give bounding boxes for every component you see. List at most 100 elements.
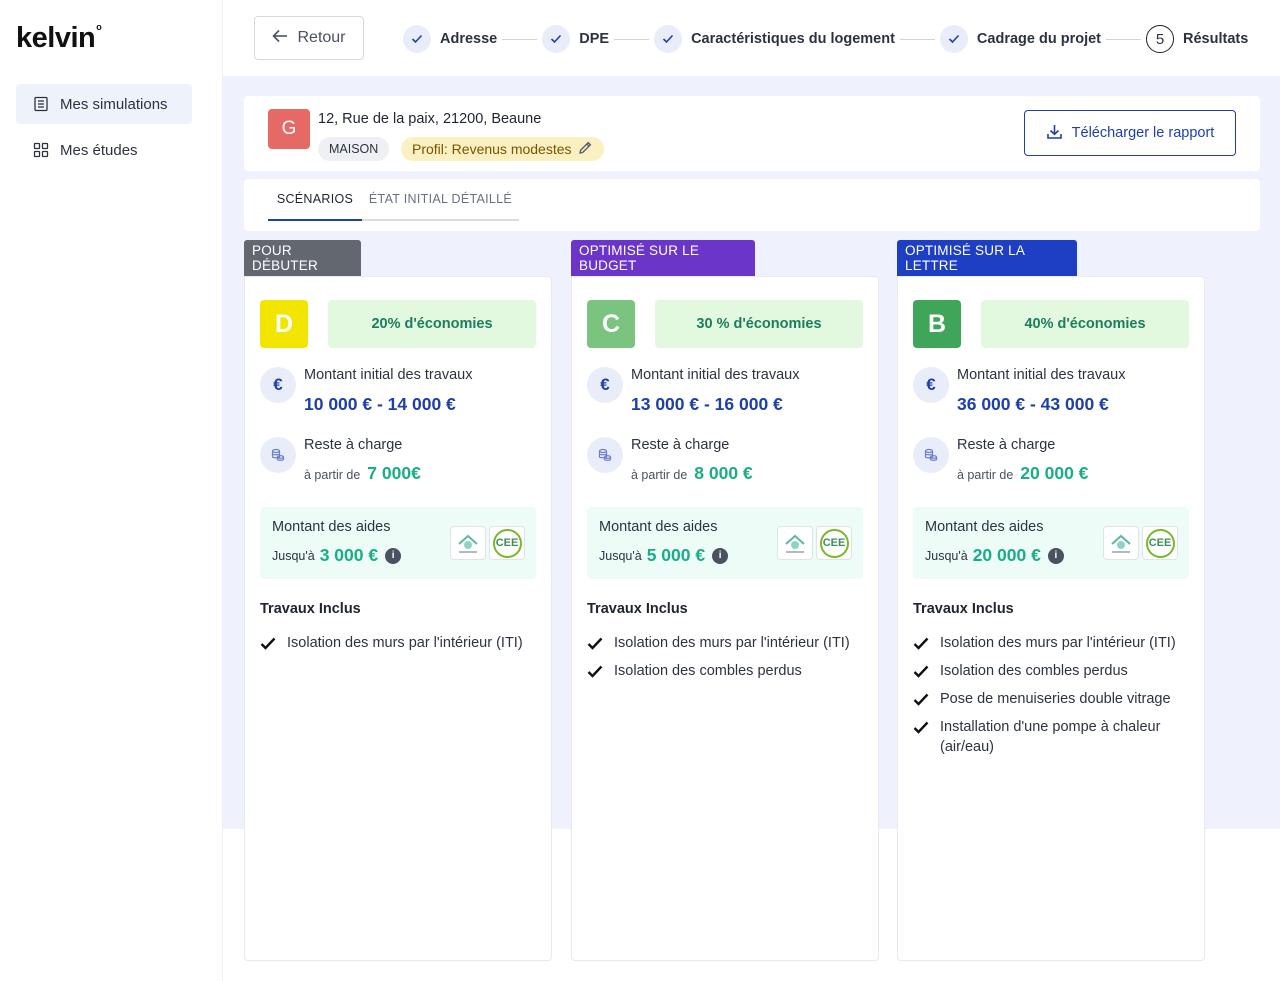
travaux-item-label: Installation d'une pompe à chaleur (air/… xyxy=(940,719,1161,755)
aides-amount: 5 000 € xyxy=(646,545,706,565)
initial-cost-amount: 10 000 € - 14 000 € xyxy=(304,394,456,414)
initial-cost-label: Montant initial des travaux xyxy=(631,367,800,383)
reste-a-charge-amount: 20 000 € xyxy=(1020,463,1089,483)
pencil-icon[interactable] xyxy=(577,140,593,159)
tabs-bar: SCÉNARIOS ÉTAT INITIAL DÉTAILLÉ xyxy=(244,179,1260,231)
profile-chip[interactable]: Profil: Revenus modestes xyxy=(401,137,604,161)
checkmark-icon xyxy=(913,636,929,656)
cee-logo-text: CEE xyxy=(492,528,522,558)
checkmark-icon xyxy=(587,664,603,684)
aides-row: Jusqu'à 20 000 € i xyxy=(925,545,1064,566)
checkmark-icon xyxy=(913,720,929,757)
list-item: Isolation des murs par l'intérieur (ITI) xyxy=(913,633,1198,656)
aides-amount: 3 000 € xyxy=(319,545,379,565)
step-label: Caractéristiques du logement xyxy=(691,31,895,47)
step-resultats[interactable]: 5 Résultats xyxy=(1146,25,1248,53)
step-number: 5 xyxy=(1146,25,1174,53)
check-icon xyxy=(403,25,431,53)
savings-badge: 40% d'économies xyxy=(981,300,1189,348)
info-icon[interactable]: i xyxy=(1047,547,1064,564)
initial-cost-amount: 36 000 € - 43 000 € xyxy=(957,394,1109,414)
list-item: Isolation des combles perdus xyxy=(587,661,872,684)
travaux-list: Isolation des murs par l'intérieur (ITI)… xyxy=(587,633,872,689)
reste-a-charge-row: à partir de 8 000 € xyxy=(631,463,753,484)
euro-icon: € xyxy=(913,367,949,403)
scenario-card[interactable]: C 30 % d'économies € Montant initial des… xyxy=(571,276,879,961)
cee-logo-text: CEE xyxy=(1145,528,1175,558)
travaux-title: Travaux Inclus xyxy=(913,601,1014,617)
step-dpe[interactable]: DPE xyxy=(542,25,609,53)
logo-degree-mark: o xyxy=(96,22,102,33)
aides-prefix: Jusqu'à xyxy=(925,548,968,563)
scenario-label-optimise-budget: OPTIMISÉ SUR LE BUDGET xyxy=(571,240,755,276)
check-icon xyxy=(654,25,683,53)
travaux-item-label: Isolation des murs par l'intérieur (ITI) xyxy=(614,635,850,651)
reste-a-charge-prefix: à partir de xyxy=(957,468,1014,482)
sidebar-item-label: Mes simulations xyxy=(60,95,168,113)
kelvin-logo[interactable]: kelvino xyxy=(16,22,102,55)
checkmark-icon xyxy=(587,636,603,656)
check-icon xyxy=(939,25,968,53)
dpe-grade-badge: G xyxy=(268,109,310,149)
scenario-label-optimise-lettre: OPTIMISÉ SUR LA LETTRE xyxy=(897,240,1077,276)
checkmark-icon xyxy=(913,664,929,684)
reste-a-charge-label: Reste à charge xyxy=(304,437,403,453)
initial-cost-label: Montant initial des travaux xyxy=(957,367,1126,383)
list-item: Isolation des combles perdus xyxy=(913,661,1198,684)
document-list-icon xyxy=(32,96,49,113)
aides-title: Montant des aides xyxy=(599,519,718,535)
download-icon xyxy=(1046,123,1063,144)
travaux-list: Isolation des murs par l'intérieur (ITI)… xyxy=(913,633,1198,762)
travaux-item-label: Pose de menuiseries double vitrage xyxy=(940,691,1171,707)
scenario-grade-badge: C xyxy=(587,300,635,348)
aides-title: Montant des aides xyxy=(272,519,391,535)
step-connector xyxy=(614,38,650,40)
aides-row: Jusqu'à 5 000 € i xyxy=(599,545,729,566)
travaux-list: Isolation des murs par l'intérieur (ITI) xyxy=(260,633,545,661)
travaux-item-label: Isolation des combles perdus xyxy=(614,663,802,679)
scenario-grade-badge: D xyxy=(260,300,308,348)
arrow-left-icon xyxy=(272,29,288,48)
euro-icon: € xyxy=(260,367,296,403)
sidebar-item-mes-simulations[interactable]: Mes simulations xyxy=(16,84,192,124)
step-label: Adresse xyxy=(440,31,498,47)
reste-a-charge-row: à partir de 20 000 € xyxy=(957,463,1088,484)
grid-icon xyxy=(32,142,49,159)
sidebar-item-label: Mes études xyxy=(60,141,138,159)
scenario-card[interactable]: D 20% d'économies € Montant initial des … xyxy=(244,276,552,961)
scenario-card[interactable]: B 40% d'économies € Montant initial des … xyxy=(897,276,1205,961)
checkmark-icon xyxy=(913,692,929,712)
cee-logo: CEE xyxy=(489,526,525,560)
back-button[interactable]: Retour xyxy=(254,16,364,60)
initial-cost-amount: 13 000 € - 16 000 € xyxy=(631,394,783,414)
info-icon[interactable]: i xyxy=(385,547,402,564)
sidebar-item-mes-etudes[interactable]: Mes études xyxy=(16,130,192,170)
step-connector xyxy=(1106,38,1141,40)
tab-scenarios[interactable]: SCÉNARIOS xyxy=(268,179,362,221)
step-connector xyxy=(899,38,935,40)
travaux-item-label: Isolation des murs par l'intérieur (ITI) xyxy=(287,635,523,651)
profile-chip-label: Profil: Revenus modestes xyxy=(412,141,572,157)
step-caracteristiques[interactable]: Caractéristiques du logement xyxy=(654,25,895,53)
cee-logo: CEE xyxy=(816,526,852,560)
coins-icon xyxy=(587,437,623,473)
scenario-grade-badge: B xyxy=(913,300,961,348)
tab-etat-initial-detaille[interactable]: ÉTAT INITIAL DÉTAILLÉ xyxy=(362,179,519,221)
download-report-button[interactable]: Télécharger le rapport xyxy=(1024,110,1236,156)
step-cadrage[interactable]: Cadrage du projet xyxy=(939,25,1101,53)
logo-text: kelvin xyxy=(16,22,96,54)
info-icon[interactable]: i xyxy=(712,547,729,564)
maprimerenov-logo xyxy=(1103,526,1139,560)
step-adresse[interactable]: Adresse xyxy=(403,25,497,53)
cee-logo-text: CEE xyxy=(819,528,849,558)
coins-icon xyxy=(913,437,949,473)
check-icon xyxy=(542,25,571,53)
top-bar: Retour Adresse DPE Caractéristiques du l… xyxy=(223,0,1280,76)
reste-a-charge-label: Reste à charge xyxy=(631,437,730,453)
list-item: Isolation des murs par l'intérieur (ITI) xyxy=(587,633,872,656)
euro-icon: € xyxy=(587,367,623,403)
travaux-title: Travaux Inclus xyxy=(260,601,361,617)
aides-box: Montant des aides Jusqu'à 20 000 € i CEE xyxy=(913,507,1189,579)
aides-box: Montant des aides Jusqu'à 5 000 € i CEE xyxy=(587,507,863,579)
reste-a-charge-amount: 8 000 € xyxy=(694,463,753,483)
